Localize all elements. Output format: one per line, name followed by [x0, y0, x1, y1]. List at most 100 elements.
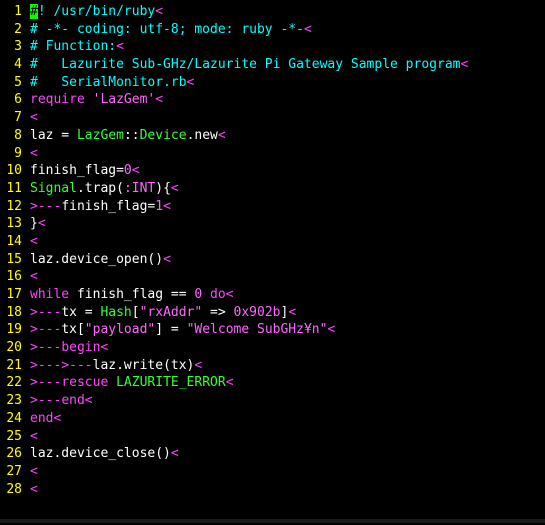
- line-code: <: [30, 233, 545, 251]
- line-number: 16: [6, 269, 22, 285]
- keyword-token: end: [61, 393, 85, 409]
- code-token: ){: [155, 180, 171, 196]
- comment-token: # Lazurite Sub-GHz/Lazurite Pi Gateway S…: [30, 57, 461, 73]
- line-number: 17: [6, 287, 22, 302]
- eol-marker: <: [288, 304, 297, 320]
- line-number: 6: [14, 92, 22, 108]
- line-number: 21: [6, 357, 22, 373]
- code-line[interactable]: 4 # Lazurite Sub-GHz/Lazurite Pi Gateway …: [0, 56, 545, 74]
- code-line[interactable]: 15 laz.device_open()<: [0, 251, 545, 269]
- eol-marker: <: [30, 145, 38, 161]
- line-number: 25: [6, 428, 22, 444]
- comment-token: # SerialMonitor.rb: [30, 74, 187, 90]
- code-line[interactable]: 2 # -*- coding: utf-8; mode: ruby -*-<: [0, 21, 545, 39]
- line-code: laz.device_open()<: [30, 251, 545, 269]
- code-line[interactable]: 20 >---begin<: [0, 339, 545, 357]
- line-number: 3: [14, 39, 22, 55]
- code-line[interactable]: 28 <: [0, 481, 545, 499]
- line-number: 15: [6, 251, 22, 267]
- code-line[interactable]: 18 >---tx = Hash["rxAddr" => 0x902b]<: [0, 304, 545, 322]
- tab-marker: >---: [30, 322, 62, 338]
- code-line[interactable]: 10 finish_flag=0<: [0, 162, 545, 180]
- eol-marker: <: [163, 198, 171, 214]
- code-line[interactable]: 13}<: [0, 215, 545, 233]
- line-code: require 'LazGem'<: [30, 91, 545, 109]
- code-line[interactable]: 6 require 'LazGem'<: [0, 91, 545, 109]
- code-token: laz.device_open(): [30, 251, 164, 267]
- line-number: 4: [14, 57, 22, 73]
- code-token: ::: [123, 127, 140, 143]
- line-code: >--->---laz.write(tx)<: [30, 357, 545, 375]
- line-number: 1: [14, 4, 22, 19]
- eol-marker: <: [37, 216, 46, 232]
- number-token: 0x902b: [233, 304, 281, 320]
- eol-marker: <: [194, 357, 203, 373]
- eol-marker: <: [170, 446, 179, 462]
- code-line[interactable]: 27 <: [0, 463, 545, 481]
- line-code: >---tx["payload"] = "Welcome SubGHz¥n"<: [30, 321, 545, 339]
- code-line[interactable]: 16 <: [0, 268, 545, 286]
- code-token: .new: [186, 127, 218, 143]
- tab-marker: >---: [30, 340, 62, 356]
- line-number: 19: [6, 322, 22, 338]
- code-token: }: [30, 216, 38, 232]
- eol-marker: <: [225, 287, 234, 302]
- code-line[interactable]: 9 <: [0, 145, 545, 163]
- comment-token: ! /usr/bin/ruby: [37, 4, 156, 19]
- line-code: >---end<: [30, 392, 545, 410]
- line-number: 18: [6, 304, 22, 320]
- line-code: <: [30, 109, 545, 127]
- line-number: 13: [6, 216, 22, 232]
- code-line[interactable]: 17 while finish_flag == 0 do<: [0, 286, 545, 304]
- tab-marker: >---: [30, 393, 62, 409]
- code-line[interactable]: 19 >---tx["payload"] = "Welcome SubGHz¥n"…: [0, 321, 545, 339]
- code-line[interactable]: 8 laz = LazGem::Device.new<: [0, 127, 545, 145]
- line-number: 27: [6, 463, 22, 479]
- code-line[interactable]: 22 >---rescue LAZURITE_ERROR<: [0, 374, 545, 392]
- line-number: 8: [14, 127, 22, 143]
- line-code: <: [30, 268, 545, 286]
- code-line[interactable]: 3 # Function:<: [0, 38, 545, 56]
- line-number: 10: [6, 163, 22, 179]
- code-line[interactable]: 5 # SerialMonitor.rb<: [0, 74, 545, 92]
- line-code: <: [30, 428, 545, 446]
- keyword-token: while: [30, 287, 70, 302]
- eol-marker: <: [131, 163, 140, 179]
- code-editor[interactable]: 1 #! /usr/bin/ruby< 2 # -*- coding: utf-8; …: [0, 3, 545, 518]
- code-line[interactable]: 24 end<: [0, 410, 545, 428]
- code-token: [: [131, 304, 140, 320]
- code-line[interactable]: 1 #! /usr/bin/ruby<: [0, 3, 545, 21]
- number-token: 0: [123, 163, 132, 179]
- code-line[interactable]: 7 <: [0, 109, 545, 127]
- code-line[interactable]: 23 >---end<: [0, 392, 545, 410]
- text-cursor[interactable]: #: [30, 4, 38, 19]
- line-code: # SerialMonitor.rb<: [30, 74, 545, 92]
- code-line[interactable]: 14 <: [0, 233, 545, 251]
- code-line[interactable]: 11 Signal.trap(:INT){<: [0, 180, 545, 198]
- eol-marker: <: [155, 92, 164, 108]
- line-code: <: [30, 481, 545, 499]
- line-code: laz.device_close()<: [30, 445, 545, 463]
- string-token: "payload": [84, 322, 156, 338]
- line-number: 28: [6, 481, 22, 497]
- eol-marker: <: [303, 21, 312, 37]
- keyword-token: begin: [61, 340, 101, 356]
- code-line[interactable]: 21 >--->---laz.write(tx)<: [0, 357, 545, 375]
- line-number: 12: [6, 198, 22, 214]
- tab-marker: >---: [30, 198, 62, 214]
- line-number: 14: [6, 233, 22, 249]
- line-code: >---begin<: [30, 339, 545, 357]
- line-code: #! /usr/bin/ruby<: [30, 3, 545, 21]
- code-line[interactable]: 26 laz.device_close()<: [0, 445, 545, 463]
- string-token: 'LazGem': [92, 92, 156, 108]
- status-bar: [0, 519, 545, 523]
- code-token: =>: [202, 304, 234, 320]
- eol-marker: <: [460, 57, 469, 73]
- code-lines: 1 #! /usr/bin/ruby< 2 # -*- coding: utf-8; …: [0, 3, 545, 498]
- line-code: # -*- coding: utf-8; mode: ruby -*-<: [30, 21, 545, 39]
- code-line[interactable]: 12 >---finish_flag=1<: [0, 198, 545, 216]
- code-line[interactable]: 25 <: [0, 428, 545, 446]
